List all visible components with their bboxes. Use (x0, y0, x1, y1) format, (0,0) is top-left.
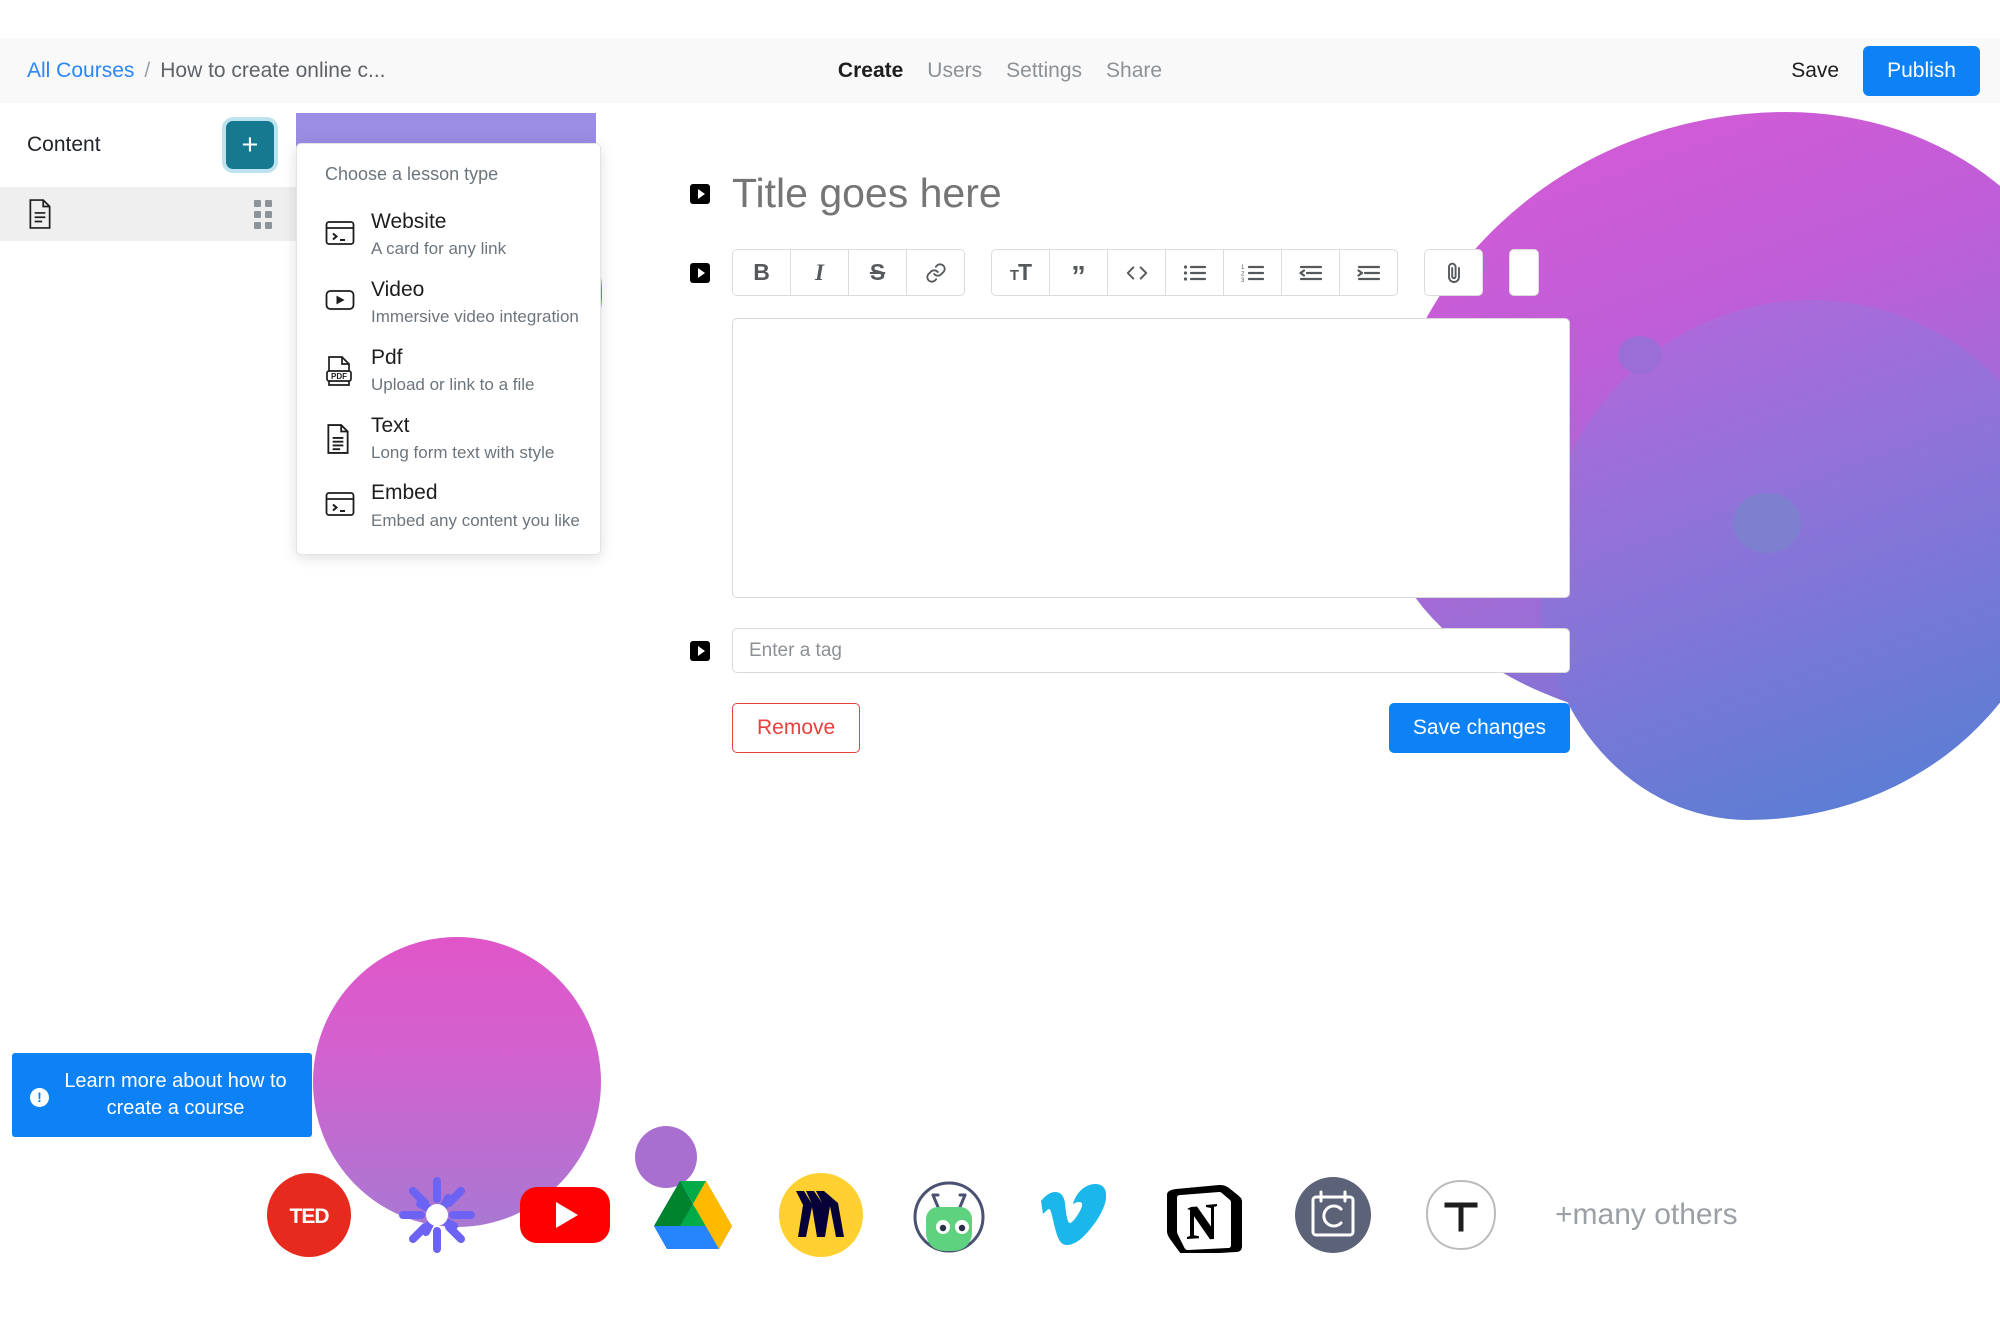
tag-row (690, 628, 1592, 673)
dropdown-item-website[interactable]: Website A card for any link (297, 201, 600, 269)
blockquote-icon[interactable]: ” (1049, 249, 1108, 296)
bullet-list-icon[interactable] (1165, 249, 1224, 296)
dropdown-item-desc: Immersive video integration (371, 307, 579, 327)
breadcrumb-separator: / (144, 58, 151, 82)
vimeo-logo (1013, 1165, 1141, 1265)
notion-logo (1141, 1165, 1269, 1265)
dropdown-item-text[interactable]: Text Long form text with style (297, 405, 600, 473)
breadcrumb-current-course: How to create online c... (160, 58, 386, 82)
title-row (690, 170, 1592, 217)
svg-text:PDF: PDF (331, 372, 347, 381)
codepen-robot-logo (885, 1165, 1013, 1265)
dropdown-item-pdf[interactable]: PDF Pdf Upload or link to a file (297, 337, 600, 405)
expand-marker-icon[interactable] (690, 183, 710, 204)
nav-item-settings[interactable]: Settings (1006, 59, 1082, 83)
breadcrumb: All Courses / How to create online c... (27, 59, 386, 83)
app-root: All Courses / How to create online c... … (0, 0, 2000, 1333)
integration-logos: TED +many others (0, 1155, 2000, 1275)
terminal-window-icon (325, 479, 355, 522)
save-button[interactable]: Save (1779, 51, 1851, 91)
main-nav: Create Users Settings Share (838, 59, 1162, 83)
dropdown-item-desc: A card for any link (371, 239, 507, 259)
ted-logo: TED (245, 1165, 373, 1265)
calendar-logo (1269, 1165, 1397, 1265)
svg-text:2: 2 (1241, 271, 1245, 277)
drag-handle-icon[interactable] (254, 199, 272, 229)
dropdown-item-label: Video (371, 277, 425, 301)
nav-item-create[interactable]: Create (838, 59, 903, 83)
editor-actions: Remove Save changes (732, 703, 1570, 753)
svg-text:1: 1 (1241, 265, 1245, 271)
google-drive-logo (629, 1165, 757, 1265)
miro-logo (757, 1165, 885, 1265)
tag-input[interactable] (732, 628, 1570, 673)
list-item[interactable] (0, 187, 296, 241)
add-lesson-button[interactable]: + (226, 121, 274, 169)
svg-text:3: 3 (1241, 278, 1245, 282)
nav-item-share[interactable]: Share (1106, 59, 1162, 83)
code-icon[interactable] (1107, 249, 1166, 296)
toolbar-group-attachment (1424, 249, 1483, 296)
toolbar-group-inline: B I S (732, 249, 965, 296)
strikethrough-icon[interactable]: S (848, 249, 907, 296)
terminal-window-icon (325, 208, 355, 251)
expand-marker-icon[interactable] (690, 262, 710, 283)
top-bar-actions: Save Publish (1779, 45, 1980, 96)
many-others-label: +many others (1555, 1198, 1738, 1231)
top-bar: All Courses / How to create online c... … (0, 38, 2000, 103)
outdent-icon[interactable] (1281, 249, 1340, 296)
toolbar-overflow-button[interactable] (1509, 249, 1539, 296)
learn-more-text: Learn more about how to create a course (64, 1070, 287, 1119)
document-icon (27, 199, 53, 229)
breadcrumb-all-courses-link[interactable]: All Courses (27, 59, 134, 83)
body-row (690, 318, 1592, 598)
rich-text-toolbar: B I S TT ” 1 2 3 (732, 249, 1539, 296)
publish-button[interactable]: Publish (1863, 45, 1980, 96)
typeform-logo (1397, 1165, 1525, 1265)
pdf-file-icon: PDF (325, 344, 355, 391)
italic-icon[interactable]: I (790, 249, 849, 296)
video-play-icon (325, 276, 355, 317)
numbered-list-icon[interactable]: 1 2 3 (1223, 249, 1282, 296)
dropdown-item-video[interactable]: Video Immersive video integration (297, 269, 600, 337)
dropdown-title: Choose a lesson type (325, 164, 499, 184)
toolbar-group-overflow (1509, 249, 1539, 296)
decorative-dot-small (1618, 336, 1662, 374)
link-icon[interactable] (906, 249, 965, 296)
decorative-dot-medium (1733, 493, 1801, 553)
toolbar-row: B I S TT ” 1 2 3 (690, 249, 1592, 296)
youtube-logo (501, 1165, 629, 1265)
dropdown-item-label: Pdf (371, 345, 403, 369)
sidebar-title: Content (27, 133, 101, 156)
bold-icon[interactable]: B (732, 249, 791, 296)
lesson-type-dropdown: Choose a lesson type Website A card for … (296, 143, 601, 556)
nav-item-users[interactable]: Users (927, 59, 982, 83)
sidebar-header: Content + (0, 103, 296, 181)
dropdown-item-desc: Long form text with style (371, 442, 555, 462)
dropdown-item-label: Website (371, 210, 447, 233)
expand-marker-icon[interactable] (690, 640, 710, 661)
content-sidebar: Content + (0, 103, 296, 241)
attachment-icon[interactable] (1424, 249, 1483, 296)
learn-more-banner[interactable]: ! Learn more about how to create a cours… (12, 1053, 312, 1137)
dropdown-item-label: Text (371, 413, 410, 437)
remove-button[interactable]: Remove (732, 703, 861, 753)
retool-logo (373, 1165, 501, 1265)
text-size-icon[interactable]: TT (991, 249, 1050, 296)
lesson-editor: B I S (690, 170, 1592, 753)
info-icon: ! (30, 1087, 49, 1107)
dropdown-item-desc: Embed any content you like (371, 510, 580, 530)
toolbar-group-block: TT ” 1 2 3 (991, 249, 1398, 296)
svg-text:TED: TED (290, 1205, 330, 1228)
title-input[interactable] (732, 170, 1592, 217)
text-document-icon (325, 412, 355, 459)
dropdown-item-embed[interactable]: Embed Embed any content you like (297, 472, 600, 540)
body-textarea[interactable] (732, 318, 1570, 598)
dropdown-item-desc: Upload or link to a file (371, 375, 535, 395)
save-changes-button[interactable]: Save changes (1388, 703, 1570, 753)
gradient-blob-top-right-2 (1540, 300, 2000, 820)
dropdown-item-label: Embed (371, 481, 438, 505)
indent-icon[interactable] (1339, 249, 1398, 296)
